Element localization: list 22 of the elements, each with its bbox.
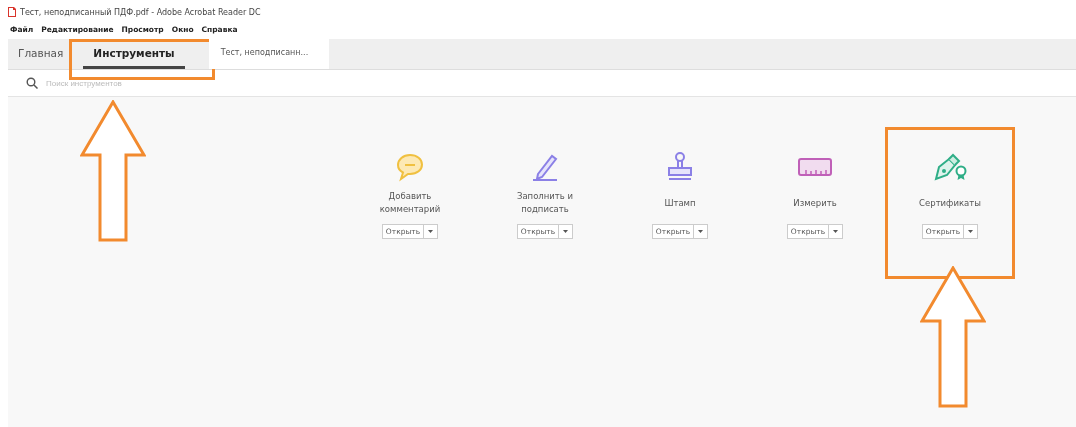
caret-icon — [968, 230, 974, 233]
caret-icon — [698, 230, 704, 233]
pen-icon — [530, 152, 560, 182]
search-field[interactable]: Поиск инструментов — [44, 77, 248, 89]
document-tab[interactable]: Тест, неподписанн... — [208, 39, 329, 69]
tool-label: Измерить — [793, 196, 837, 210]
caret-icon — [563, 230, 569, 233]
tab[interactable]: Инструменты — [83, 39, 185, 69]
tool-label: Добавить комментарий — [378, 190, 442, 216]
pen-nib-with-seal-icon — [932, 152, 968, 182]
ruler-icon — [798, 158, 832, 176]
caret-icon — [428, 230, 434, 233]
tool-label: Заполнить и подписать — [515, 190, 575, 216]
tool-label: Штамп — [664, 196, 696, 210]
pdf-file-icon — [8, 7, 16, 17]
window-title: Тест, неподписанный ПДФ.pdf - Adobe Acrobat Reader DC — [20, 7, 261, 17]
stamp-icon — [665, 151, 695, 183]
caret-icon — [833, 230, 839, 233]
tab[interactable]: Главная — [8, 39, 74, 69]
speech-bubble-icon — [395, 152, 425, 182]
search-icon — [26, 77, 38, 89]
tool-label: Сертификаты — [919, 196, 981, 210]
